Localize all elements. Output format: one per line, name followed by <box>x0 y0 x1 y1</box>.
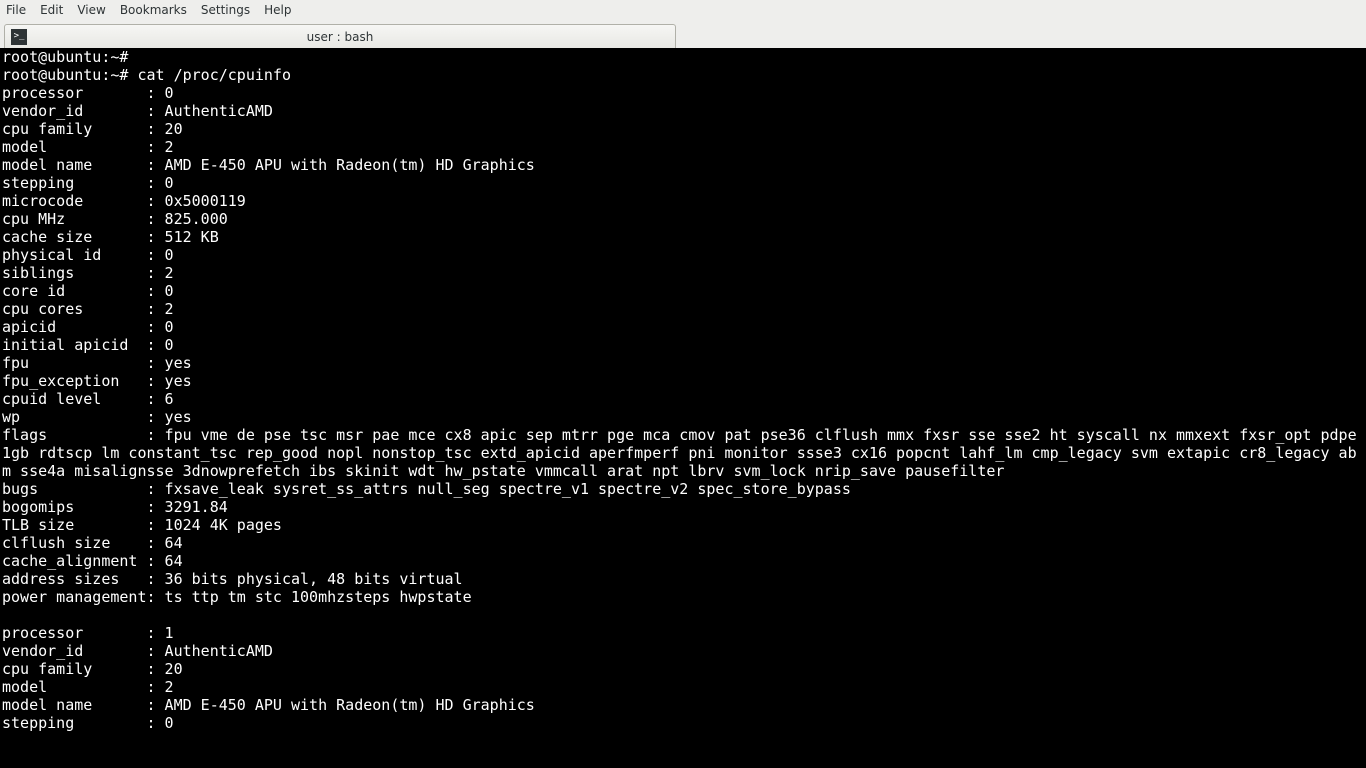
tab-terminal[interactable]: user : bash <box>4 24 676 48</box>
terminal-output[interactable]: root@ubuntu:~# root@ubuntu:~# cat /proc/… <box>0 48 1366 768</box>
menu-view[interactable]: View <box>77 3 105 17</box>
menu-settings[interactable]: Settings <box>201 3 250 17</box>
menu-bookmarks[interactable]: Bookmarks <box>120 3 187 17</box>
tab-title: user : bash <box>33 30 675 44</box>
menu-file[interactable]: File <box>6 3 26 17</box>
menubar: File Edit View Bookmarks Settings Help <box>0 0 1366 20</box>
menu-edit[interactable]: Edit <box>40 3 63 17</box>
terminal-icon <box>11 29 27 45</box>
menu-help[interactable]: Help <box>264 3 291 17</box>
tabbar: user : bash <box>0 20 1366 48</box>
